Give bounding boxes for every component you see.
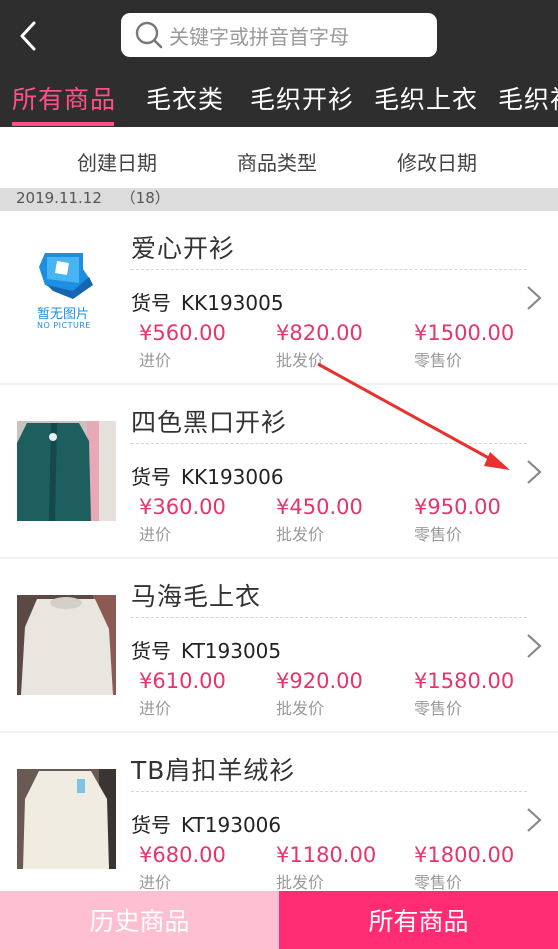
- tab-all-products[interactable]: 所有商品: [12, 80, 116, 116]
- sort-created-date[interactable]: 创建日期: [77, 147, 157, 176]
- wholesale-price-label: 批发价: [276, 525, 325, 544]
- cost-price-label: 进价: [139, 351, 172, 370]
- wholesale-price: ¥1180.00: [276, 843, 377, 867]
- search-placeholder: 关键字或拼音首字母: [169, 24, 349, 49]
- cream-sweater-photo: [17, 769, 116, 869]
- wholesale-price: ¥820.00: [276, 321, 363, 345]
- date-group-header: 2019.11.12 （18）: [0, 189, 558, 211]
- chevron-right-icon: [527, 808, 542, 832]
- cost-price: ¥560.00: [139, 321, 226, 345]
- white-sweater-photo: [17, 595, 116, 695]
- wholesale-price: ¥920.00: [276, 669, 363, 693]
- retail-price-label: 零售价: [414, 699, 463, 718]
- row-divider: [131, 617, 527, 618]
- product-sku: 货号 KT193005: [131, 635, 281, 664]
- wholesale-price-label: 批发价: [276, 873, 325, 891]
- group-count: （18）: [120, 189, 170, 207]
- cost-price: ¥610.00: [139, 669, 226, 693]
- sku-label: 货号: [131, 291, 171, 315]
- wholesale-price-label: 批发价: [276, 351, 325, 370]
- product-sku: 货号 KT193006: [131, 809, 281, 838]
- row-divider: [131, 443, 527, 444]
- retail-price: ¥1580.00: [414, 669, 515, 693]
- cost-price-label: 进价: [139, 525, 172, 544]
- all-products-button[interactable]: 所有商品: [279, 891, 558, 949]
- top-bar: 关键字或拼音首字母 所有商品 毛衣类 毛织开衫 毛织上衣 毛织衫: [0, 0, 558, 127]
- product-row[interactable]: 暂无图片 NO PICTURE 爱心开衫 货号 KK193005 ¥560.00 …: [0, 211, 558, 383]
- product-image: [17, 595, 116, 695]
- product-name: 四色黑口开衫: [131, 408, 288, 437]
- retail-price: ¥1800.00: [414, 843, 515, 867]
- product-image-placeholder: 暂无图片 NO PICTURE: [17, 247, 116, 347]
- sku-label: 货号: [131, 813, 171, 837]
- no-picture-en: NO PICTURE: [37, 321, 91, 330]
- search-input[interactable]: 关键字或拼音首字母: [121, 13, 437, 57]
- product-name: 马海毛上衣: [131, 582, 262, 611]
- sort-bar: 创建日期 商品类型 修改日期: [0, 127, 558, 189]
- retail-price-label: 零售价: [414, 873, 463, 891]
- row-divider: [131, 791, 527, 792]
- retail-price-label: 零售价: [414, 525, 463, 544]
- category-tabs: 所有商品 毛衣类 毛织开衫 毛织上衣 毛织衫: [0, 72, 558, 127]
- cost-price-label: 进价: [139, 699, 172, 718]
- product-row[interactable]: TB肩扣羊绒衫 货号 KT193006 ¥680.00 ¥1180.00 ¥180…: [0, 733, 558, 891]
- green-cardigan-photo: [17, 421, 116, 521]
- sort-modified-date[interactable]: 修改日期: [397, 147, 477, 176]
- product-name: TB肩扣羊绒衫: [131, 756, 296, 785]
- product-name: 爱心开衫: [131, 234, 236, 263]
- product-sku: 货号 KK193005: [131, 287, 284, 316]
- active-tab-indicator: [12, 122, 114, 126]
- back-button[interactable]: [10, 16, 46, 56]
- wholesale-price-label: 批发价: [276, 699, 325, 718]
- no-picture-cn: 暂无图片: [37, 307, 90, 322]
- retail-price: ¥950.00: [414, 495, 501, 519]
- product-image: [17, 421, 116, 521]
- sort-product-type[interactable]: 商品类型: [237, 147, 317, 176]
- history-products-button[interactable]: 历史商品: [0, 891, 279, 949]
- tab-sweaters[interactable]: 毛衣类: [146, 80, 224, 116]
- group-date: 2019.11.12: [16, 189, 102, 207]
- sku-label: 货号: [131, 639, 171, 663]
- product-list: 暂无图片 NO PICTURE 爱心开衫 货号 KK193005 ¥560.00 …: [0, 211, 558, 891]
- sku-value: KT193006: [181, 813, 282, 837]
- retail-price-label: 零售价: [414, 351, 463, 370]
- chevron-left-icon: [20, 21, 36, 51]
- product-row[interactable]: 四色黑口开衫 货号 KK193006 ¥360.00 ¥450.00 ¥950.0…: [0, 385, 558, 557]
- sku-label: 货号: [131, 465, 171, 489]
- product-sku: 货号 KK193006: [131, 461, 284, 490]
- sku-value: KT193005: [181, 639, 282, 663]
- sku-value: KK193005: [181, 291, 284, 315]
- tab-knit-shirts[interactable]: 毛织衫: [498, 80, 558, 116]
- chevron-right-icon: [527, 634, 542, 658]
- sku-value: KK193006: [181, 465, 284, 489]
- wholesale-price: ¥450.00: [276, 495, 363, 519]
- chevron-right-icon: [527, 286, 542, 310]
- row-divider: [131, 269, 527, 270]
- bottom-bar: 历史商品 所有商品: [0, 891, 558, 949]
- no-picture-icon: [17, 247, 116, 347]
- cost-price: ¥360.00: [139, 495, 226, 519]
- search-icon: [135, 21, 163, 49]
- product-image: [17, 769, 116, 869]
- cost-price: ¥680.00: [139, 843, 226, 867]
- cost-price-label: 进价: [139, 873, 172, 891]
- tab-knit-tops[interactable]: 毛织上衣: [374, 80, 478, 116]
- chevron-right-icon: [527, 460, 542, 484]
- retail-price: ¥1500.00: [414, 321, 515, 345]
- tab-knit-cardigans[interactable]: 毛织开衫: [250, 80, 354, 116]
- product-row[interactable]: 马海毛上衣 货号 KT193005 ¥610.00 ¥920.00 ¥1580.0…: [0, 559, 558, 731]
